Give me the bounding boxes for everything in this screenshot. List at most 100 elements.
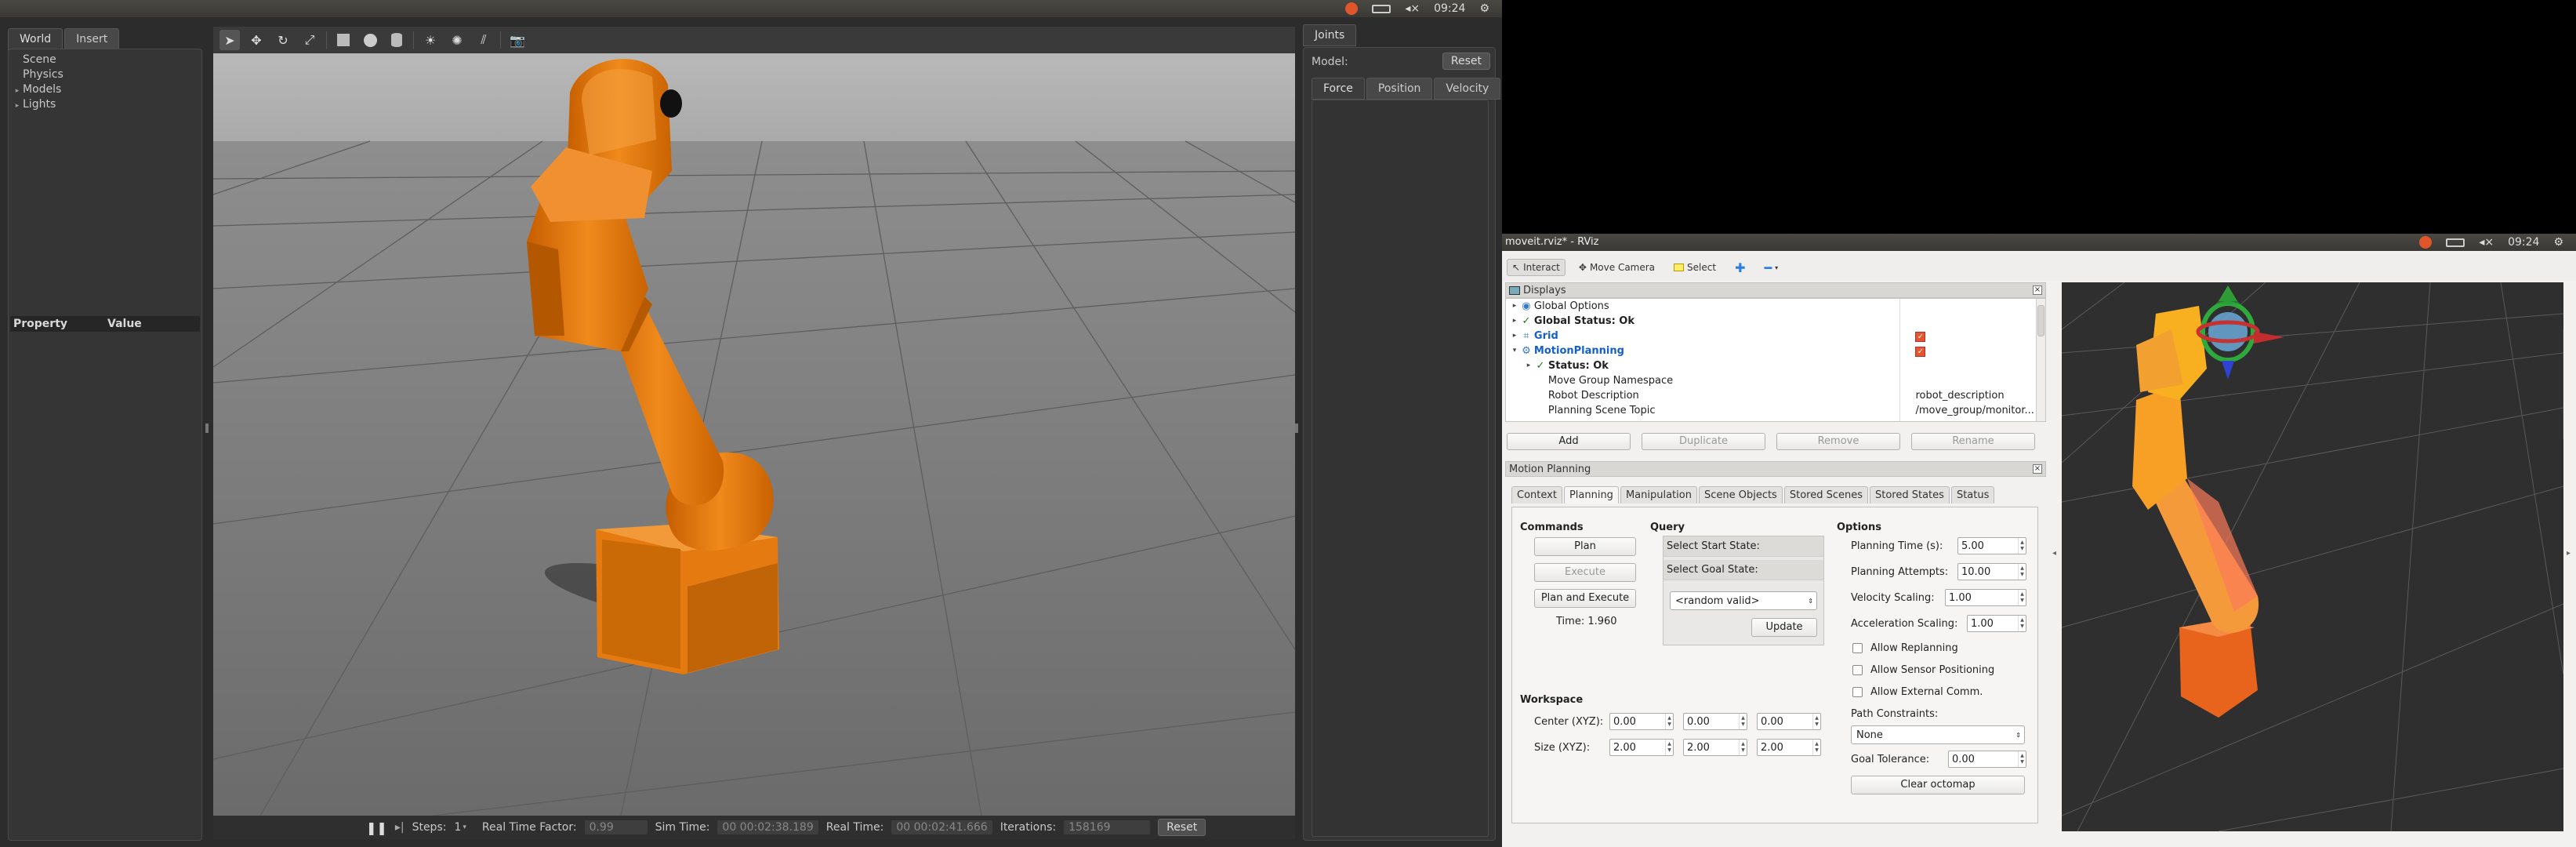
tab-stored-scenes[interactable]: Stored Scenes: [1783, 486, 1868, 503]
checkbox-icon[interactable]: [1852, 687, 1863, 697]
tab-position[interactable]: Position: [1366, 78, 1433, 100]
cylinder-icon[interactable]: [386, 30, 407, 50]
checkbox-icon[interactable]: [1852, 643, 1863, 653]
center-y-input[interactable]: 0.00 ▲ ▼: [1683, 713, 1747, 730]
joints-reset-button[interactable]: Reset: [1442, 53, 1490, 70]
display-row[interactable]: Robot Description robot_description: [1506, 388, 2045, 403]
displays-scrollbar[interactable]: [2036, 299, 2045, 421]
spinner-arrows-icon[interactable]: ▲ ▼: [2018, 590, 2026, 605]
translate-icon[interactable]: ✥: [246, 30, 267, 50]
move-camera-tool[interactable]: ✥ Move Camera: [1573, 259, 1660, 276]
steps-value[interactable]: 1: [454, 821, 461, 834]
camera-screenshot-icon[interactable]: 📷: [507, 30, 528, 50]
spinner-arrows-icon[interactable]: ▲ ▼: [2018, 751, 2026, 767]
battery-icon[interactable]: [1372, 4, 1391, 13]
allow-sensor-positioning-checkbox[interactable]: Allow Sensor Positioning: [1852, 664, 1994, 676]
tab-world[interactable]: World: [8, 28, 63, 50]
goal-tolerance-input[interactable]: 0.00 ▲ ▼: [1948, 751, 2026, 768]
tab-planning[interactable]: Planning: [1563, 486, 1619, 503]
display-row[interactable]: ▾ ⚙ MotionPlanning ✓: [1506, 344, 2045, 358]
spinner-arrows-icon[interactable]: ▲ ▼: [1739, 714, 1747, 729]
add-display-button[interactable]: Add: [1507, 433, 1631, 450]
collapse-left-icon[interactable]: ◂: [2052, 549, 2056, 558]
box-icon[interactable]: [333, 30, 354, 50]
spinner-arrows-icon[interactable]: ▲ ▼: [1812, 714, 1820, 729]
execute-button[interactable]: Execute: [1534, 563, 1636, 582]
clear-octomap-button[interactable]: Clear octomap: [1851, 776, 2025, 794]
center-z-input[interactable]: 0.00 ▲ ▼: [1757, 713, 1821, 730]
planning-time-input[interactable]: 5.00 ▲ ▼: [1957, 537, 2026, 554]
size-y-input[interactable]: 2.00 ▲ ▼: [1683, 739, 1747, 756]
checkbox-checked-icon[interactable]: ✓: [1915, 347, 1926, 357]
center-x-input[interactable]: 0.00 ▲ ▼: [1609, 713, 1674, 730]
path-constraints-select[interactable]: None ⇕: [1851, 725, 2025, 744]
step-icon[interactable]: ▸|: [395, 821, 405, 834]
tab-insert[interactable]: Insert: [64, 28, 120, 50]
allow-external-comm-checkbox[interactable]: Allow External Comm.: [1852, 686, 1983, 698]
close-icon[interactable]: ×: [2033, 285, 2042, 295]
display-row-value[interactable]: robot_description: [1913, 388, 2046, 403]
display-row-value[interactable]: ✓: [1912, 329, 2045, 344]
interact-tool[interactable]: ↖ Interact: [1507, 259, 1566, 276]
display-row-value[interactable]: /move_group/monitor...: [1913, 403, 2046, 418]
duplicate-display-button[interactable]: Duplicate: [1642, 433, 1765, 450]
left-splitter-handle[interactable]: [205, 424, 209, 433]
pause-icon[interactable]: ❚❚: [366, 820, 387, 835]
display-row[interactable]: ▸ ✓ Status: Ok: [1506, 358, 2045, 373]
tree-item-models[interactable]: ▸ Models: [12, 82, 201, 97]
spinner-arrows-icon[interactable]: ▲ ▼: [1665, 714, 1673, 729]
spinner-arrows-icon[interactable]: ▲ ▼: [1812, 740, 1820, 755]
sun-light-icon[interactable]: ☀: [420, 30, 441, 50]
tree-item-physics[interactable]: Physics: [12, 67, 201, 82]
spinner-arrows-icon[interactable]: ▲ ▼: [2018, 538, 2026, 554]
system-ubuntu-icon[interactable]: [1345, 2, 1359, 15]
expand-arrow-icon[interactable]: ▸: [1509, 329, 1520, 344]
spot-light-icon[interactable]: ⫽: [473, 30, 494, 50]
goal-state-select[interactable]: <random valid> ⇕: [1670, 591, 1817, 610]
remove-tool-icon[interactable]: ━ ▾: [1758, 257, 1783, 278]
expand-arrow-icon[interactable]: ▸: [1523, 358, 1534, 373]
tab-stored-states[interactable]: Stored States: [1870, 486, 1950, 503]
spinner-arrows-icon[interactable]: ▲ ▼: [2018, 616, 2026, 631]
select-goal-state[interactable]: Select Goal State:: [1664, 560, 1823, 580]
display-row[interactable]: ▸ ✓ Global Status: Ok: [1506, 314, 2045, 329]
update-button[interactable]: Update: [1751, 618, 1817, 637]
spinner-arrows-icon[interactable]: ▲ ▼: [1739, 740, 1747, 755]
scale-icon[interactable]: ⤢: [299, 30, 320, 50]
expand-arrow-icon[interactable]: ▾: [1509, 344, 1520, 358]
tab-velocity[interactable]: Velocity: [1434, 78, 1501, 100]
close-icon[interactable]: ×: [2033, 464, 2042, 474]
plan-button[interactable]: Plan: [1534, 537, 1636, 556]
rotate-icon[interactable]: ↻: [273, 30, 293, 50]
select-tool[interactable]: Select: [1668, 259, 1722, 276]
tab-scene-objects[interactable]: Scene Objects: [1698, 486, 1783, 503]
display-row[interactable]: ▸ ⌗ Grid ✓: [1506, 329, 2045, 344]
reset-world-button[interactable]: Reset: [1158, 819, 1206, 836]
tab-context[interactable]: Context: [1511, 486, 1562, 503]
allow-replanning-checkbox[interactable]: Allow Replanning: [1852, 642, 1958, 654]
system-clock[interactable]: 09:24: [1434, 2, 1465, 15]
tab-joints[interactable]: Joints: [1303, 24, 1357, 46]
size-z-input[interactable]: 2.00 ▲ ▼: [1757, 739, 1821, 756]
tree-item-lights[interactable]: ▸ Lights: [12, 97, 201, 112]
size-x-input[interactable]: 2.00 ▲ ▼: [1609, 739, 1674, 756]
tab-status[interactable]: Status: [1950, 486, 1995, 503]
sphere-icon[interactable]: [360, 30, 380, 50]
display-row[interactable]: ▸ ◉ Global Options: [1506, 299, 2045, 314]
checkbox-icon[interactable]: [1852, 665, 1863, 675]
display-row[interactable]: Planning Scene Topic/move_group/monitor.…: [1506, 403, 2045, 418]
select-start-state[interactable]: Select Start State:: [1664, 536, 1823, 557]
spinner-arrows-icon[interactable]: ▲ ▼: [1665, 740, 1673, 755]
plan-and-execute-button[interactable]: Plan and Execute: [1534, 589, 1636, 608]
display-row-value[interactable]: ✓: [1912, 344, 2045, 358]
gazebo-3d-viewport[interactable]: [213, 53, 1295, 816]
velocity-scaling-input[interactable]: 1.00 ▲ ▼: [1945, 589, 2026, 606]
rviz-3d-view[interactable]: [2062, 282, 2563, 831]
spinner-arrows-icon[interactable]: ▲ ▼: [2018, 564, 2026, 580]
property-column[interactable]: Property: [10, 316, 104, 332]
scrollbar-thumb[interactable]: [2037, 305, 2044, 336]
expand-arrow-icon[interactable]: ▸: [12, 99, 23, 114]
checkbox-checked-icon[interactable]: ✓: [1915, 332, 1926, 342]
collapse-right-icon[interactable]: ▸: [2567, 549, 2571, 558]
planning-attempts-input[interactable]: 10.00 ▲ ▼: [1957, 563, 2026, 580]
